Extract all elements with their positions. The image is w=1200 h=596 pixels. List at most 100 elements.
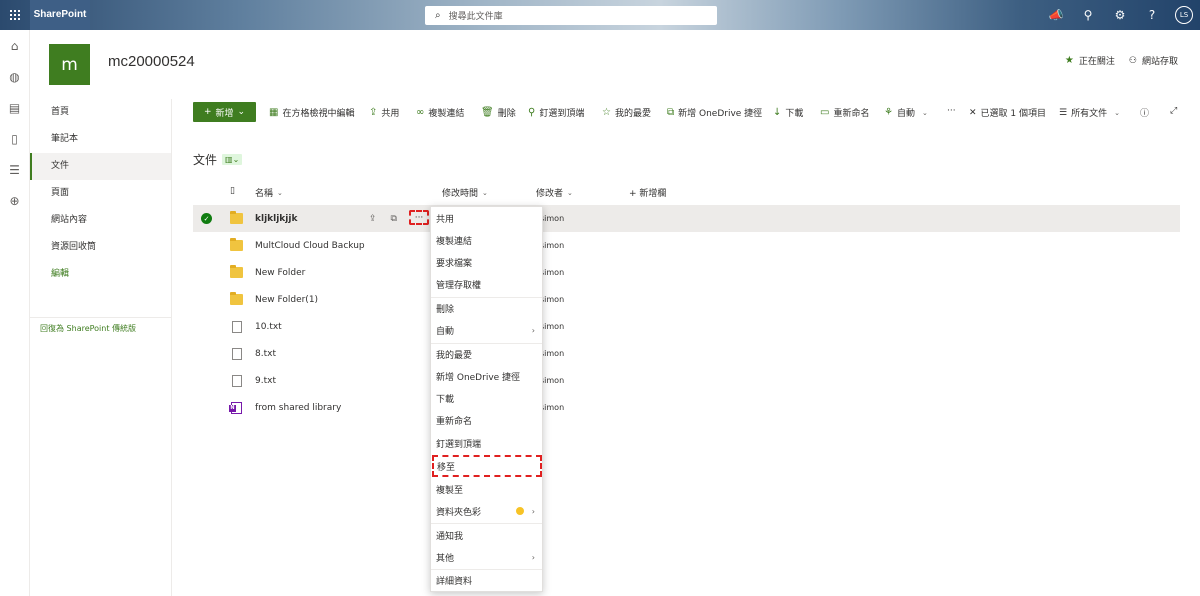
help-icon[interactable]: ?: [1136, 8, 1168, 22]
file-name[interactable]: 8.txt: [255, 349, 276, 359]
menu-item-notify-me[interactable]: 通知我: [431, 524, 542, 546]
following-button[interactable]: ★ 正在關注: [1065, 54, 1115, 67]
share-icon[interactable]: ⇪: [369, 214, 377, 224]
menu-item-automate[interactable]: 自動 ›: [431, 319, 542, 341]
folder-icon: [230, 211, 243, 224]
share-people-icon[interactable]: ⚲: [1072, 8, 1104, 22]
more-commands-button[interactable]: ···: [947, 106, 956, 116]
chevron-down-icon: ⌄: [1114, 108, 1120, 117]
nav-item-notebook[interactable]: 筆記本: [30, 126, 171, 153]
library-title-text: 文件: [193, 153, 218, 167]
file-name[interactable]: kljkljkjjk: [255, 214, 297, 224]
column-header-name[interactable]: 名稱 ⌄: [255, 186, 283, 200]
table-row[interactable]: from shared library simon: [193, 394, 1180, 421]
news-icon[interactable]: ▤: [0, 92, 29, 123]
delete-button[interactable]: 🗑 刪除: [481, 106, 516, 119]
column-header-modified-by[interactable]: 修改者 ⌄: [536, 186, 573, 200]
search-icon: ⌕: [435, 10, 441, 21]
add-onedrive-shortcut-button[interactable]: ⧉ 新增 OneDrive 捷徑: [667, 106, 762, 119]
add-column-button[interactable]: + 新增欄: [629, 186, 666, 199]
menu-item-add-onedrive-shortcut[interactable]: 新增 OneDrive 捷徑: [431, 365, 542, 387]
checkmark-icon[interactable]: ✓: [201, 213, 212, 224]
menu-item-request-files[interactable]: 要求檔案: [431, 251, 542, 273]
globe-icon[interactable]: ◍: [0, 61, 29, 92]
search-input[interactable]: ⌕ 搜尋此文件庫: [425, 6, 717, 25]
modified-by: simon: [540, 295, 565, 304]
app-launcher-icon[interactable]: [0, 0, 30, 30]
copy-link-button[interactable]: ∞ 複製連結: [416, 106, 464, 119]
menu-item-more[interactable]: 其他 ›: [431, 546, 542, 568]
site-title[interactable]: mc20000524: [108, 53, 195, 70]
more-actions-button[interactable]: ···: [409, 210, 429, 225]
library-view-icon[interactable]: ▥⌄: [222, 154, 243, 165]
rename-button[interactable]: ▭ 重新命名: [820, 106, 869, 119]
menu-item-folder-color[interactable]: 資料夾色彩 ›: [431, 500, 542, 522]
menu-item-copy-link[interactable]: 複製連結: [431, 229, 542, 251]
file-type-header-icon[interactable]: ▯: [230, 186, 235, 196]
file-name[interactable]: 10.txt: [255, 322, 282, 332]
share-button[interactable]: ⇪ 共用: [369, 106, 399, 119]
list-icon[interactable]: ☰: [0, 154, 29, 185]
file-name[interactable]: from shared library: [255, 403, 341, 413]
menu-item-manage-access[interactable]: 管理存取權: [431, 273, 542, 295]
settings-icon[interactable]: ⚙: [1104, 8, 1136, 22]
view-switcher-button[interactable]: ☰ 所有文件 ⌄: [1059, 106, 1120, 120]
file-icon[interactable]: ▯: [0, 123, 29, 154]
file-name[interactable]: New Folder: [255, 268, 305, 278]
grid-edit-button[interactable]: ▦ 在方格檢視中編輯: [269, 106, 354, 119]
file-name[interactable]: MultCloud Cloud Backup: [255, 241, 365, 251]
menu-item-delete[interactable]: 刪除: [431, 297, 542, 319]
brand-link[interactable]: SharePoint: [30, 0, 90, 30]
table-row[interactable]: 8.txt simon: [193, 340, 1180, 367]
column-header-modified[interactable]: 修改時間 ⌄: [442, 186, 488, 200]
site-access-button[interactable]: ⚇ 網站存取: [1129, 54, 1178, 68]
more-label: ···: [947, 106, 956, 116]
add-circle-icon[interactable]: ⊕: [0, 185, 29, 216]
table-row[interactable]: New Folder simon: [193, 259, 1180, 286]
library-title: 文件 ▥⌄: [193, 151, 243, 168]
info-pane-button[interactable]: ⓘ: [1140, 106, 1149, 119]
download-button[interactable]: ↓ 下載: [773, 106, 803, 119]
nav-item-recycle-bin[interactable]: 資源回收筒: [30, 234, 171, 261]
avatar[interactable]: LS: [1175, 6, 1193, 24]
table-row[interactable]: 10.txt simon: [193, 313, 1180, 340]
menu-item-move-to[interactable]: 移至: [432, 455, 542, 477]
file-name[interactable]: 9.txt: [255, 376, 276, 386]
nav-item-site-contents[interactable]: 網站內容: [30, 207, 171, 234]
nav-item-pages[interactable]: 頁面: [30, 180, 171, 207]
menu-item-details[interactable]: 詳細資料: [431, 569, 542, 591]
pin-top-button[interactable]: ⚲ 釘選到頂端: [528, 106, 584, 119]
clear-selection-button[interactable]: ✕ 已選取 1 個項目: [969, 106, 1046, 120]
menu-item-share[interactable]: 共用: [431, 207, 542, 229]
automate-button[interactable]: ⚘ 自動 ⌄: [884, 106, 928, 119]
menu-item-copy-to[interactable]: 複製至: [431, 478, 542, 500]
megaphone-icon[interactable]: 📣: [1040, 8, 1072, 22]
nav-item-home[interactable]: 首頁: [30, 99, 171, 126]
table-row[interactable]: New Folder(1) simon: [193, 286, 1180, 313]
site-access-label: 網站存取: [1141, 57, 1178, 67]
menu-item-pin-top[interactable]: 釘選到頂端: [431, 432, 542, 454]
table-row[interactable]: 9.txt simon: [193, 367, 1180, 394]
folder-color-dot: [516, 507, 524, 515]
nav-edit-link[interactable]: 編輯: [30, 261, 171, 288]
expand-button[interactable]: ⤢: [1170, 106, 1177, 116]
menu-item-rename[interactable]: 重新命名: [431, 409, 542, 431]
menu-item-download[interactable]: 下載: [431, 387, 542, 409]
return-classic-link[interactable]: 回復為 SharePoint 傳統版: [40, 323, 136, 334]
menu-item-favorite[interactable]: 我的最愛: [431, 343, 542, 365]
site-logo[interactable]: m: [49, 44, 90, 85]
file-name[interactable]: New Folder(1): [255, 295, 318, 305]
context-menu: 共用 複製連結 要求檔案 管理存取權 刪除 自動 › 我的最愛 新增 OneDri…: [430, 206, 543, 592]
table-row[interactable]: ✓ kljkljkjjk ⇪ ⧉ ··· simon: [193, 205, 1180, 232]
text-file-icon: [232, 347, 242, 360]
table-row[interactable]: MultCloud Cloud Backup simon: [193, 232, 1180, 259]
new-button[interactable]: + 新增 ⌄: [193, 102, 256, 122]
grid-edit-label: 在方格檢視中編輯: [282, 109, 355, 119]
home-icon[interactable]: ⌂: [0, 30, 29, 61]
plus-icon: +: [203, 107, 212, 117]
folder-move-icon[interactable]: ⧉: [391, 214, 397, 224]
search-placeholder: 搜尋此文件庫: [448, 12, 503, 22]
favorite-button[interactable]: ☆ 我的最愛: [602, 106, 651, 119]
nav-item-documents[interactable]: 文件: [30, 153, 171, 180]
star-outline-icon: ☆: [602, 107, 611, 118]
